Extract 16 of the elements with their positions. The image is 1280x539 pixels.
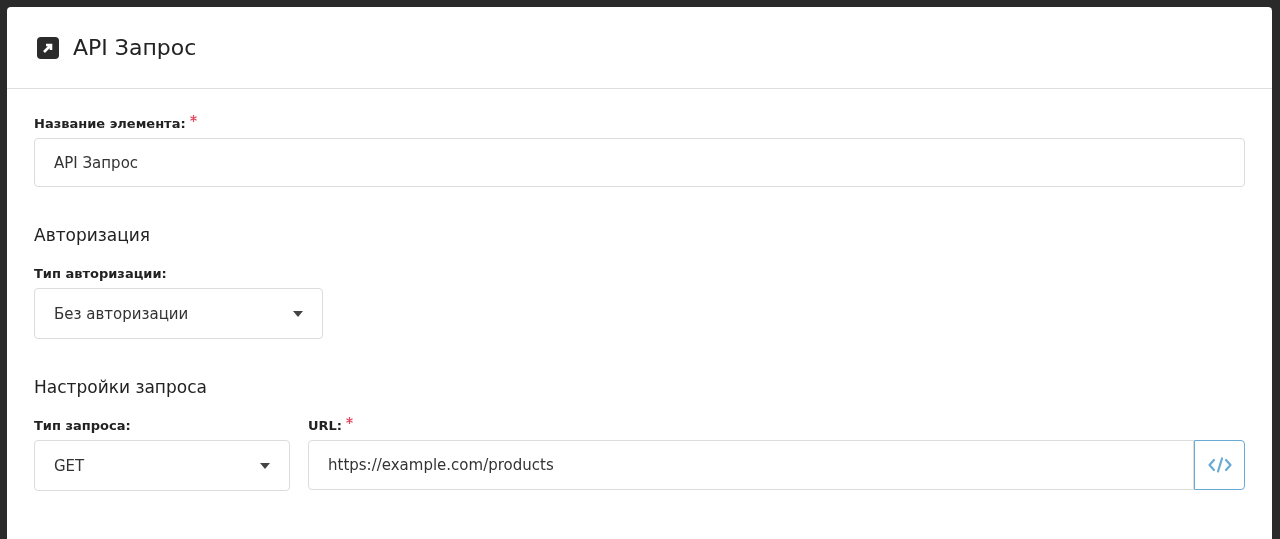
url-field[interactable]: https://example.com/products bbox=[308, 440, 1194, 490]
arrow-square-icon bbox=[37, 36, 59, 59]
caret-icon bbox=[293, 310, 303, 317]
field-label: Название элемента: bbox=[34, 115, 186, 133]
text-field[interactable]: API Запрос bbox=[34, 138, 1245, 187]
dropdown[interactable]: GET bbox=[34, 440, 290, 491]
section-heading: Авторизация bbox=[34, 225, 152, 245]
code-button[interactable] bbox=[1194, 440, 1245, 490]
section-heading: Настройки запроса bbox=[34, 377, 208, 397]
field-label: Тип запроса: bbox=[34, 417, 131, 435]
window-title: API Запрос bbox=[73, 35, 197, 60]
field-label: Тип авторизации: bbox=[34, 265, 167, 283]
caret-icon bbox=[260, 462, 270, 469]
field-label: URL: bbox=[308, 417, 343, 435]
code-icon bbox=[1207, 457, 1232, 473]
dropdown[interactable]: Без авторизации bbox=[34, 288, 323, 339]
